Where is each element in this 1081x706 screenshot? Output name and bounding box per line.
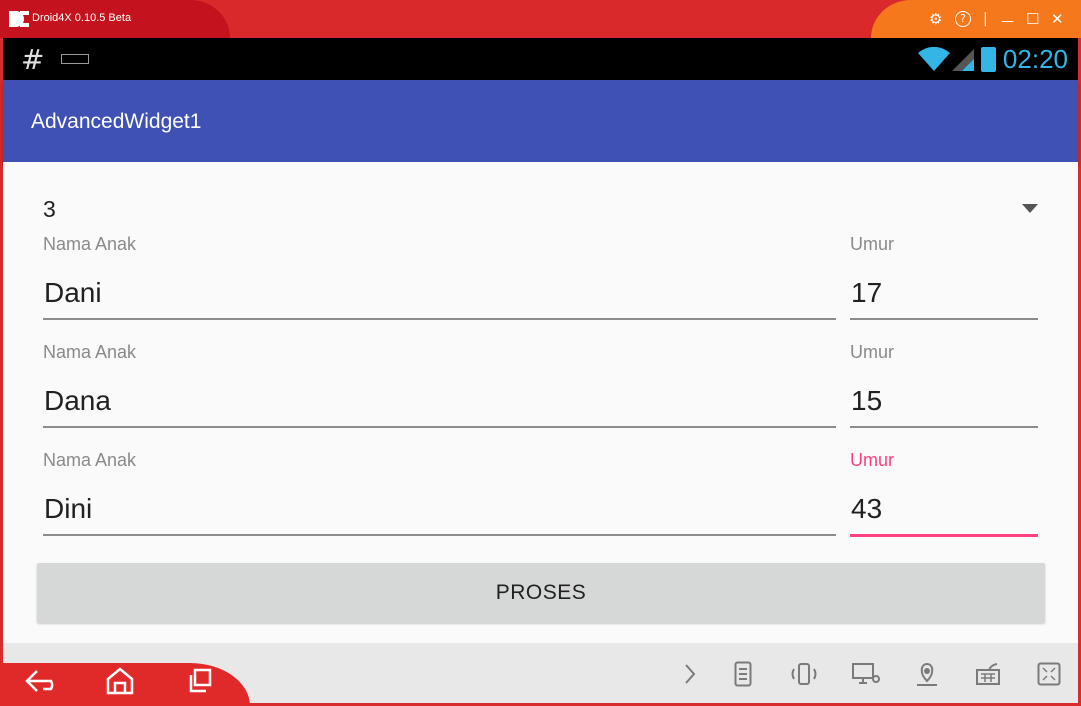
keyboard-icon[interactable] xyxy=(975,661,1001,694)
minimize-icon[interactable]: — xyxy=(1001,13,1014,31)
droid4x-logo-icon xyxy=(8,10,30,28)
age-label: Umur xyxy=(850,342,894,362)
separator: | xyxy=(983,11,988,27)
name-input[interactable]: Dana xyxy=(43,384,836,418)
emulator-bottombar xyxy=(0,643,1078,706)
recents-icon[interactable] xyxy=(186,667,214,702)
app-toolbar: AdvancedWidget1 xyxy=(3,80,1078,162)
emulator-title-tab: Droid4X 0.10.5 Beta xyxy=(0,0,230,38)
back-icon[interactable] xyxy=(23,667,63,702)
status-clock: 02:20 xyxy=(1002,44,1068,74)
child-row: Nama Anak Dani Umur 17 xyxy=(43,234,1038,334)
window-controls: ⚙ ? | — ☐ ✕ xyxy=(871,0,1081,38)
input-underline xyxy=(43,318,836,320)
close-icon[interactable]: ✕ xyxy=(1051,10,1064,28)
name-label: Nama Anak xyxy=(43,450,137,470)
maximize-icon[interactable]: ☐ xyxy=(1026,10,1039,28)
child-row: Nama Anak Dini Umur 43 xyxy=(43,450,1038,550)
input-underline xyxy=(43,426,836,428)
child-row: Nama Anak Dana Umur 15 xyxy=(43,342,1038,442)
keyboard-icon xyxy=(61,54,89,64)
name-label: Nama Anak xyxy=(43,234,137,254)
screen-share-icon[interactable] xyxy=(851,661,881,694)
age-label: Umur xyxy=(850,234,894,254)
name-label: Nama Anak xyxy=(43,342,137,362)
location-icon[interactable] xyxy=(914,661,940,694)
dropdown-arrow-icon xyxy=(1022,204,1038,213)
proses-button[interactable]: PROSES xyxy=(37,563,1045,623)
emulator-titlebar: Droid4X 0.10.5 Beta ⚙ ? | — ☐ ✕ xyxy=(0,0,1081,38)
name-field[interactable]: Nama Anak Dani xyxy=(43,234,836,320)
home-icon[interactable] xyxy=(105,667,135,702)
age-field[interactable]: Umur 15 xyxy=(850,342,1038,428)
shake-icon[interactable] xyxy=(789,661,819,694)
main-content: 3 Nama Anak Dani Umur 17 Nama Anak Dana … xyxy=(3,162,1078,643)
wifi-icon xyxy=(918,46,950,75)
spinner-value: 3 xyxy=(43,196,56,222)
fullscreen-icon[interactable] xyxy=(1037,661,1061,694)
document-icon[interactable] xyxy=(734,661,752,694)
input-underline xyxy=(850,534,1038,537)
input-underline xyxy=(43,534,836,536)
name-field[interactable]: Nama Anak Dana xyxy=(43,342,836,428)
input-underline xyxy=(850,318,1038,320)
age-field[interactable]: Umur 17 xyxy=(850,234,1038,320)
age-field-focused[interactable]: Umur 43 xyxy=(850,450,1038,537)
age-input[interactable]: 17 xyxy=(850,276,1038,310)
age-input[interactable]: 43 xyxy=(850,492,1038,526)
age-label: Umur xyxy=(850,450,894,470)
count-spinner[interactable]: 3 xyxy=(43,196,1038,226)
name-field[interactable]: Nama Anak Dini xyxy=(43,450,836,536)
chevron-right-icon[interactable] xyxy=(683,661,697,694)
name-input[interactable]: Dani xyxy=(43,276,836,310)
signal-icon xyxy=(952,49,974,75)
app-title: AdvancedWidget1 xyxy=(31,110,202,133)
age-input[interactable]: 15 xyxy=(850,384,1038,418)
settings-icon[interactable]: ⚙ xyxy=(929,10,942,28)
battery-icon xyxy=(981,47,996,72)
proses-button-label: PROSES xyxy=(495,581,587,604)
name-input[interactable]: Dini xyxy=(43,492,836,526)
hash-icon: # xyxy=(21,43,45,76)
window-title: Droid4X 0.10.5 Beta xyxy=(32,12,132,24)
input-underline xyxy=(850,426,1038,428)
help-icon[interactable]: ? xyxy=(955,11,971,27)
android-statusbar: # 02:20 xyxy=(3,38,1078,80)
